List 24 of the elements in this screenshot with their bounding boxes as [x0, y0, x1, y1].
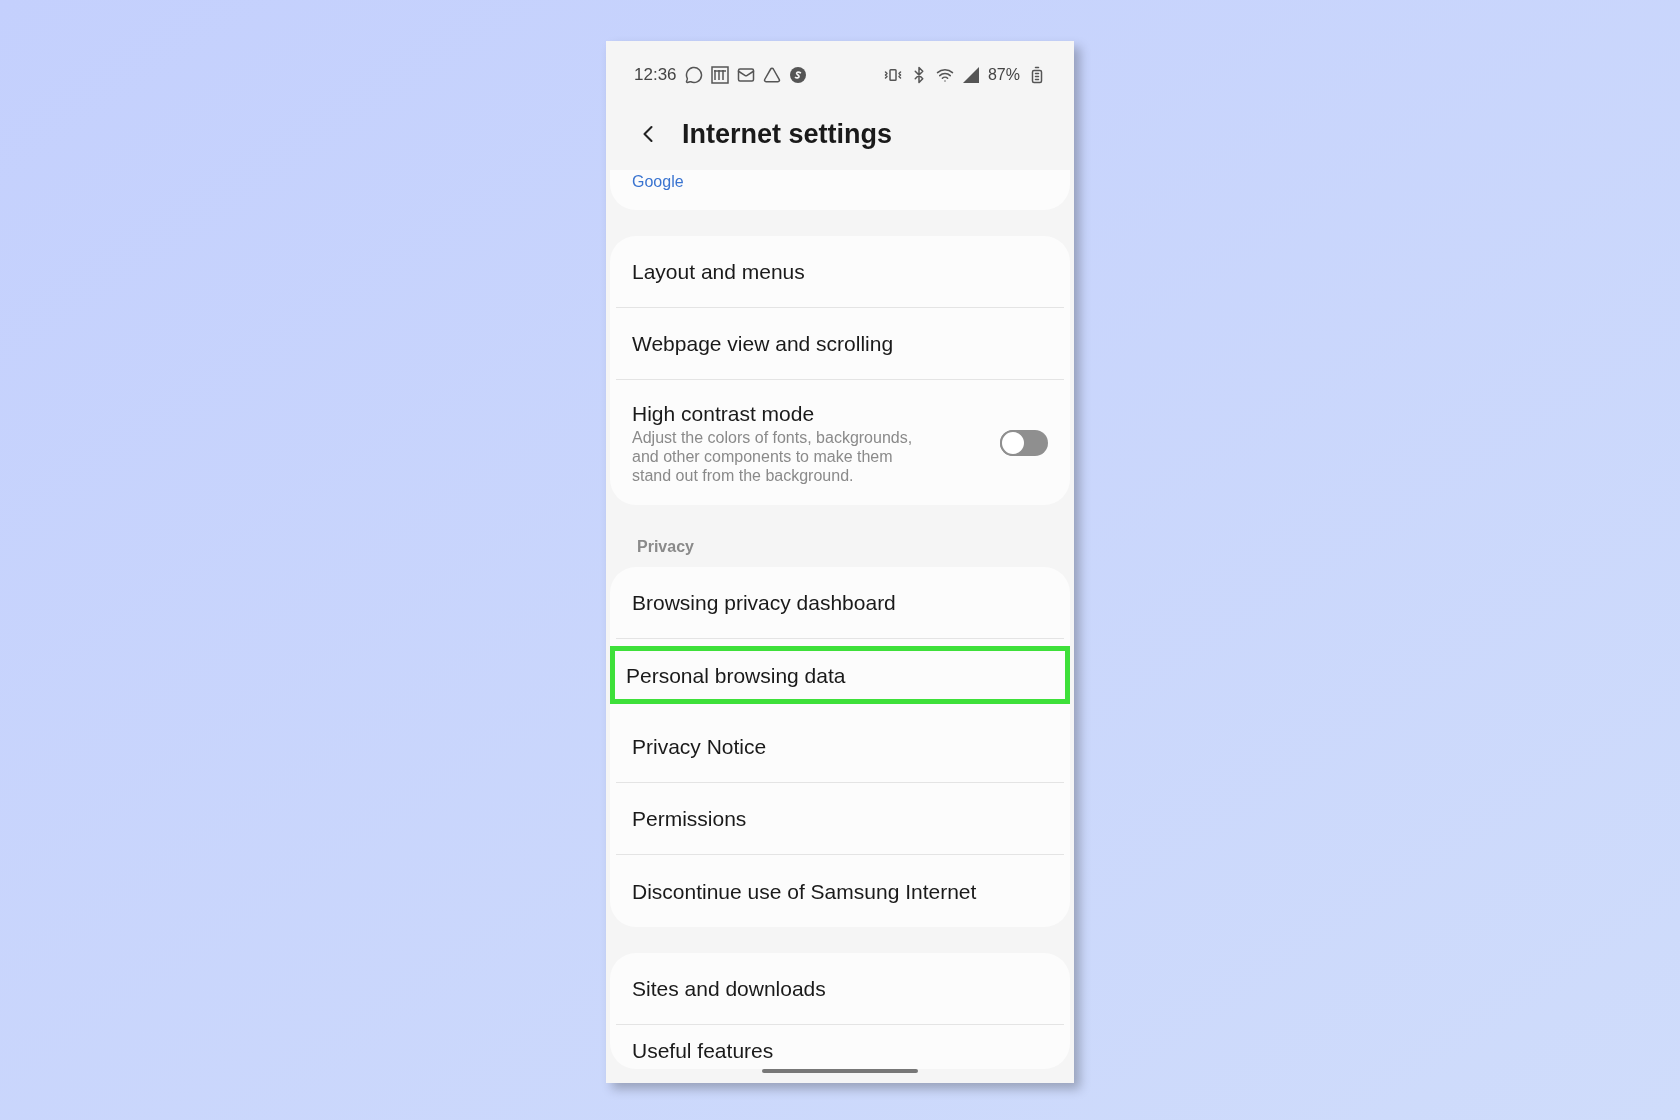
row-description: Adjust the colors of fonts, backgrounds, and other components to make them stand out from the background. [632, 428, 914, 486]
settings-row[interactable]: Discontinue use of Samsung Internet [616, 855, 1064, 928]
battery-percent: 87% [987, 64, 1020, 85]
page-title: Internet settings [682, 117, 893, 151]
row-label: High contrast mode [632, 401, 816, 428]
chat-bubble-icon [684, 65, 703, 84]
circle-logo-icon [788, 65, 807, 84]
settings-row[interactable]: High contrast mode Adjust the colors of fonts, backgrounds, and other components to make them stand out from the background. [610, 380, 1070, 506]
settings-row[interactable]: Permissions [616, 783, 1064, 856]
status-time: 12:36 [634, 63, 677, 86]
settings-row[interactable]: Useful features [616, 1025, 1064, 1070]
settings-row[interactable]: Privacy Notice [616, 711, 1064, 784]
settings-row[interactable]: Layout and menus [616, 236, 1064, 309]
mail-icon [736, 65, 755, 84]
toggle-switch[interactable] [1000, 429, 1048, 456]
section-heading: Privacy [636, 537, 695, 558]
settings-row[interactable]: Webpage view and scrolling [616, 308, 1064, 381]
triangle-icon [762, 65, 781, 84]
signal-icon [961, 65, 980, 84]
row-value[interactable]: Google [632, 173, 684, 191]
settings-row[interactable]: Personal browsing data [610, 646, 1070, 705]
settings-row[interactable]: Sites and downloads [616, 953, 1064, 1026]
settings-row[interactable]: Browsing privacy dashboard [616, 567, 1064, 640]
app-logo-icon [710, 65, 729, 84]
